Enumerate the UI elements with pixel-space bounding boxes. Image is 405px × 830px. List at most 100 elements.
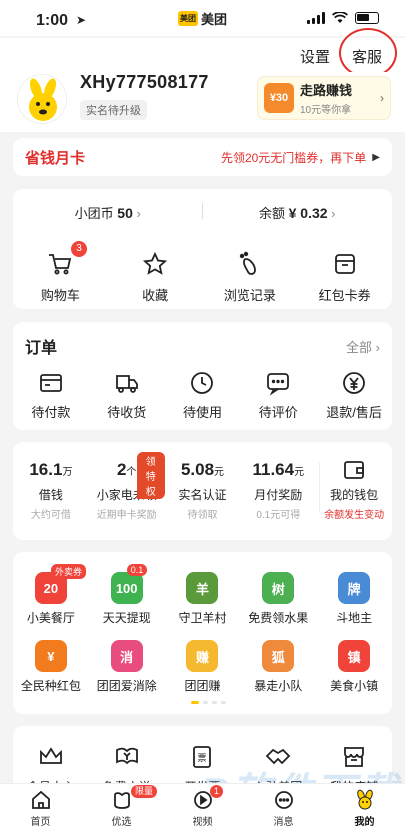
walk-earn-card[interactable]: ¥30 走路赚钱 10元等你拿 ›	[257, 76, 391, 120]
finance-sub: 近期申卡奖励	[96, 510, 157, 521]
meituan-logo-icon: 美团	[178, 11, 198, 26]
order-pending-receipt[interactable]: 待收货	[89, 368, 165, 421]
tab-mine[interactable]: 我的	[324, 784, 405, 830]
tab-home[interactable]: 首页	[0, 784, 81, 830]
wallet-card: 小团币 50 › 余额 ¥ 0.32 › 3 购物车 收藏 浏览记录 红包卡券	[13, 189, 392, 309]
invoice-icon: 票	[187, 742, 217, 772]
order-pending-payment[interactable]: 待付款	[13, 368, 89, 421]
order-refund[interactable]: 退款/售后	[316, 368, 392, 421]
orders-card: 订单 全部 › 待付款 待收货 待使用 待评价 退款/售后	[13, 322, 392, 430]
service-item[interactable]: 外卖券 20 小美餐厅	[13, 564, 89, 626]
history-label: 浏览记录	[223, 288, 276, 303]
tab-video[interactable]: 1 视频	[162, 784, 243, 830]
save-month-card[interactable]: 省钱月卡 先领20元无门槛券，再下单 ▶	[13, 138, 392, 176]
handshake-icon	[263, 742, 293, 772]
tab-messages[interactable]: 消息	[243, 784, 324, 830]
favorites-label: 收藏	[142, 288, 169, 303]
finance-label: 借钱	[38, 488, 63, 502]
settings-link[interactable]: 设置	[300, 46, 330, 67]
cash-icon: 100	[110, 572, 143, 604]
status-app-name: 美团	[201, 12, 228, 27]
divider	[202, 203, 203, 219]
finance-num: 2	[116, 460, 127, 479]
wallet-icon	[316, 460, 392, 480]
chevron-right-icon: ›	[136, 206, 141, 221]
finance-sub: 待领取	[187, 510, 218, 521]
finance-num: 5.08	[180, 460, 215, 479]
crown-icon	[36, 742, 66, 772]
walk-coupon-icon: ¥30	[264, 83, 294, 113]
battery-icon	[355, 12, 379, 24]
service-item[interactable]: 0.1 100 天天提现	[89, 564, 165, 626]
save-card-title: 省钱月卡	[25, 149, 86, 167]
verify-badge[interactable]: 实名待升级	[80, 100, 147, 120]
coupon-label: 红包卡券	[318, 288, 371, 303]
order-label: 待收货	[107, 405, 147, 420]
profile-section: XHy777508177 实名待升级 ¥30 走路赚钱 10元等你拿 ›	[0, 72, 405, 132]
service-item[interactable]: 赚 团团赚	[165, 640, 241, 694]
order-label: 退款/售后	[326, 405, 382, 420]
service-item[interactable]: ¥ 全民种红包	[13, 640, 89, 694]
orders-all-label: 全部	[346, 340, 373, 355]
order-label: 待评价	[258, 405, 298, 420]
status-bar: 1:00 ➤ 美团 美团	[0, 0, 405, 36]
service-badge: 外卖券	[51, 564, 87, 579]
order-to-use[interactable]: 待使用	[165, 368, 241, 421]
coupon-entry[interactable]: 红包卡券	[297, 249, 392, 304]
status-indicators	[307, 12, 379, 24]
my-wallet-entry[interactable]: 我的钱包 余额发生变动	[316, 460, 392, 521]
red-packet-icon: ¥	[34, 640, 67, 672]
balance-label: 余额	[258, 206, 285, 221]
service-item[interactable]: 镇 美食小镇	[316, 640, 392, 694]
service-item[interactable]: 树 免费领水果	[240, 572, 316, 626]
appliance-entry[interactable]: 领特权 2个 小家电未领 近期申卡奖励	[89, 452, 165, 521]
finance-unit: 万	[62, 467, 73, 478]
svg-text:票: 票	[198, 753, 207, 763]
service-label: 团团赚	[184, 679, 221, 693]
coin-value: 50	[117, 205, 133, 221]
divider	[319, 462, 320, 512]
earn-icon: 赚	[186, 640, 219, 672]
wifi-icon	[332, 12, 348, 23]
walk-title: 走路赚钱	[300, 83, 353, 98]
cards-icon: 牌	[338, 572, 371, 604]
favorites-entry[interactable]: 收藏	[108, 249, 203, 304]
status-time: 1:00	[36, 12, 69, 29]
username[interactable]: XHy777508177	[80, 72, 209, 93]
finance-unit: 元	[214, 467, 225, 478]
avatar[interactable]	[17, 74, 67, 124]
chevron-right-icon: ›	[331, 206, 336, 221]
finance-sub: 0.1元可得	[256, 510, 301, 521]
order-to-review[interactable]: 待评价	[240, 368, 316, 421]
finance-unit: 个	[126, 467, 137, 478]
balance-value: ¥ 0.32	[288, 205, 328, 221]
finance-sub: 余额发生变动	[324, 510, 385, 521]
tab-youxuan[interactable]: 限量 优选	[81, 784, 162, 830]
tab-label: 视频	[192, 817, 213, 828]
history-entry[interactable]: 浏览记录	[203, 249, 298, 304]
wolf-icon: 羊	[186, 572, 219, 604]
money-balance[interactable]: 余额 ¥ 0.32 ›	[203, 203, 393, 222]
service-label: 全民种红包	[20, 679, 81, 693]
refund-icon	[339, 368, 369, 398]
novel-icon	[112, 742, 142, 772]
borrow-entry[interactable]: 16.1万 借钱 大约可借	[13, 460, 89, 521]
service-item[interactable]: 羊 守卫羊村	[165, 572, 241, 626]
order-label: 待付款	[31, 405, 71, 420]
service-item[interactable]: 消 团团爱消除	[89, 640, 165, 694]
status-app: 美团 美团	[178, 9, 227, 28]
tab-label: 优选	[111, 817, 132, 828]
location-arrow-icon: ➤	[76, 13, 87, 27]
service-item[interactable]: 牌 斗地主	[316, 572, 392, 626]
cart-entry[interactable]: 3 购物车	[13, 241, 108, 304]
orders-all-link[interactable]: 全部 ›	[346, 337, 380, 356]
monthly-pay-entry[interactable]: 11.64元 月付奖励 0.1元可得	[240, 460, 316, 521]
signal-icon	[307, 12, 325, 24]
verify-entry[interactable]: 5.08元 实名认证 待领取	[165, 460, 241, 521]
service-item[interactable]: 狐 暴走小队	[240, 640, 316, 694]
orders-title: 订单	[25, 340, 58, 357]
finance-card: 16.1万 借钱 大约可借 领特权 2个 小家电未领 近期申卡奖励 5.08元 …	[13, 442, 392, 540]
finance-num: 16.1	[29, 460, 63, 479]
coin-balance[interactable]: 小团币 50 ›	[13, 203, 203, 222]
tree-icon: 树	[262, 572, 295, 604]
